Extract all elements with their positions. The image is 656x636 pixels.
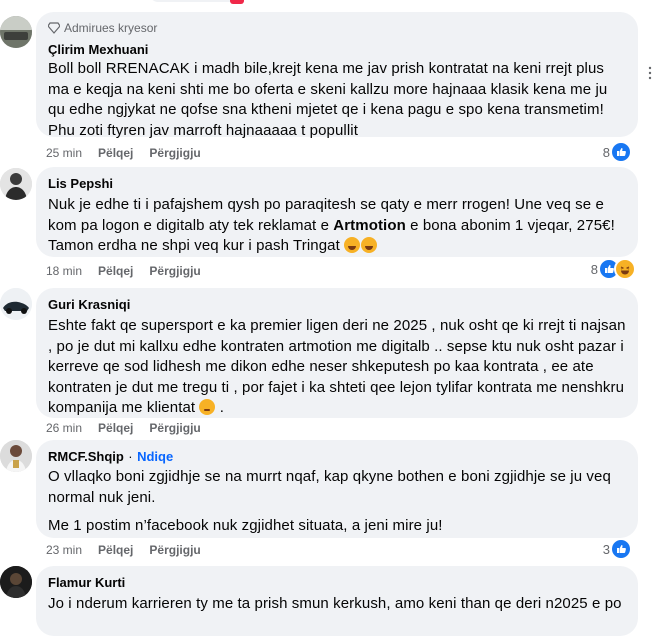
comment-actions: 23 min Pëlqej Përgjigju bbox=[46, 542, 201, 558]
reply-button[interactable]: Përgjigju bbox=[149, 264, 200, 278]
diamond-badge-icon bbox=[48, 22, 60, 34]
comment-author[interactable]: Lis Pepshi bbox=[48, 175, 113, 192]
rofl-emoji-icon bbox=[344, 237, 361, 253]
comment-text: Eshte fakt qe supersport e ka premier li… bbox=[48, 316, 626, 419]
comment-author[interactable]: Çlirim Mexhuani bbox=[48, 41, 148, 58]
comment-text: O vllaqko boni zgjidhje se na murrt nqaf… bbox=[48, 468, 611, 506]
comment-actions: 25 min Pëlqej Përgjigju bbox=[46, 145, 201, 161]
timestamp[interactable]: 23 min bbox=[46, 543, 82, 557]
haha-icon bbox=[614, 258, 636, 280]
like-button[interactable]: Pëlqej bbox=[98, 146, 133, 160]
comment-text: Boll boll RRENACAK i madh bile,krejt ken… bbox=[48, 60, 608, 139]
comment-author[interactable]: Flamur Kurti bbox=[48, 574, 125, 591]
follow-button[interactable]: Ndiqe bbox=[137, 449, 173, 464]
like-button[interactable]: Pëlqej bbox=[98, 264, 133, 278]
comment-actions: 18 min Pëlqej Përgjigju bbox=[46, 263, 201, 279]
top-fan-badge: Admirues kryesor bbox=[48, 20, 626, 36]
reply-button[interactable]: Përgjigju bbox=[149, 543, 200, 557]
comment-text-part: Eshte fakt qe supersport e ka premier li… bbox=[48, 317, 626, 416]
reaction-summary[interactable]: 8 bbox=[591, 258, 636, 280]
more-options-icon[interactable] bbox=[648, 66, 652, 80]
comment-text: Jo i nderum karrieren ty me ta prish smu… bbox=[48, 595, 622, 612]
timestamp[interactable]: 26 min bbox=[46, 421, 82, 435]
author-line: RMCF.Shqip · Ndiqe bbox=[48, 448, 626, 465]
comment-text-part: . bbox=[219, 399, 225, 416]
reaction-count: 8 bbox=[590, 261, 598, 277]
reaction-count: 8 bbox=[602, 144, 610, 160]
reply-button[interactable]: Përgjigju bbox=[149, 146, 200, 160]
avatar[interactable] bbox=[0, 440, 32, 472]
timestamp[interactable]: 25 min bbox=[46, 146, 82, 160]
badge-label: Admirues kryesor bbox=[64, 21, 158, 35]
like-icon bbox=[610, 141, 632, 163]
like-button[interactable]: Pëlqej bbox=[98, 421, 133, 435]
avatar[interactable] bbox=[0, 288, 32, 320]
comment-bubble: Lis Pepshi Nuk je edhe ti i pafajshem qy… bbox=[36, 167, 638, 257]
comment-bubble: Admirues kryesor Çlirim Mexhuani Boll bo… bbox=[36, 12, 638, 139]
comment-text: Nuk je edhe ti i pafajshem qysh po paraq… bbox=[48, 195, 626, 257]
comment-bubble: Guri Krasniqi Eshte fakt qe supersport e… bbox=[36, 288, 638, 418]
previous-comment-remnant bbox=[0, 0, 656, 8]
like-icon bbox=[610, 538, 632, 560]
avatar[interactable] bbox=[0, 168, 32, 200]
rofl-emoji-icon bbox=[361, 237, 378, 253]
comment-text: Me 1 postim n’facebook nuk zgjidhet situ… bbox=[48, 517, 443, 534]
timestamp[interactable]: 18 min bbox=[46, 264, 82, 278]
reaction-summary[interactable]: 8 bbox=[603, 141, 632, 163]
like-button[interactable]: Pëlqej bbox=[98, 543, 133, 557]
avatar[interactable] bbox=[0, 16, 32, 48]
comment-author[interactable]: RMCF.Shqip bbox=[48, 448, 124, 465]
wink-emoji-icon bbox=[199, 399, 216, 415]
comment-actions: 26 min Pëlqej Përgjigju bbox=[46, 420, 201, 436]
reaction-count: 3 bbox=[602, 541, 610, 557]
reply-button[interactable]: Përgjigju bbox=[149, 421, 200, 435]
comment-author[interactable]: Guri Krasniqi bbox=[48, 296, 130, 313]
avatar[interactable] bbox=[0, 566, 32, 598]
comment-text-bold: Artmotion bbox=[333, 216, 406, 234]
separator-dot: · bbox=[128, 449, 133, 464]
comment-bubble: RMCF.Shqip · Ndiqe O vllaqko boni zgjidh… bbox=[36, 440, 638, 538]
comment-bubble: Flamur Kurti Jo i nderum karrieren ty me… bbox=[36, 566, 638, 636]
reaction-summary[interactable]: 3 bbox=[603, 538, 632, 560]
